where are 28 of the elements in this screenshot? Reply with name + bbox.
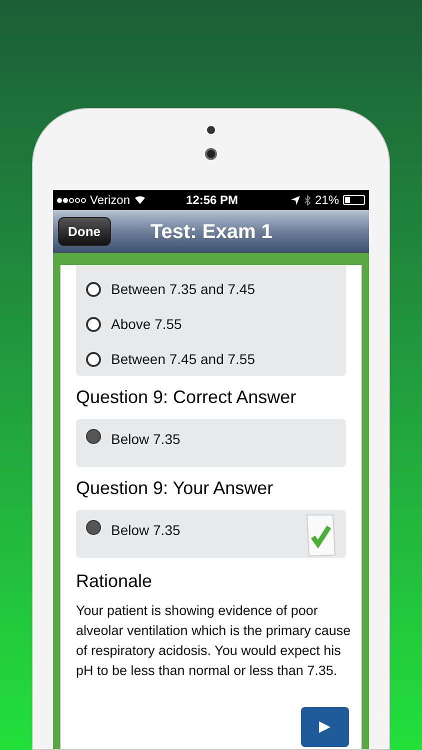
option-text: Above 7.55 — [111, 315, 182, 334]
rationale-text: Your patient is showing evidence of poor alveolar ventilation which is the primary cause of respiratory acidosis. You would expect his pH to be less than normal or less than 7.35. — [76, 602, 352, 680]
answer-text: Below 7.35 — [111, 430, 180, 449]
check-note-icon — [304, 513, 336, 557]
battery-icon — [343, 195, 365, 205]
section-heading: Question 9: Correct Answer — [76, 386, 298, 409]
radio-button[interactable] — [86, 352, 101, 367]
signal-icon — [57, 198, 86, 202]
wifi-icon — [134, 195, 146, 205]
next-button[interactable]: ▶ — [301, 707, 349, 747]
bluetooth-icon — [304, 194, 311, 206]
done-button[interactable]: Done — [58, 217, 110, 246]
radio-button[interactable] — [86, 520, 101, 535]
camera-icon — [205, 148, 217, 160]
rationale-heading: Rationale — [76, 570, 154, 593]
screen-title: Test: Exam 1 — [150, 220, 272, 244]
speaker-icon — [207, 126, 215, 134]
radio-button[interactable] — [86, 317, 101, 332]
location-icon — [290, 196, 300, 204]
time-text: 12:56 PM — [186, 192, 238, 209]
option-text: Between 7.45 and 7.55 — [111, 350, 256, 369]
radio-button[interactable] — [86, 429, 101, 444]
battery-text: 21% — [314, 192, 339, 209]
option-text: Between 7.35 and 7.45 — [111, 280, 256, 299]
answer-text: Below 7.35 — [111, 521, 180, 540]
radio-button[interactable] — [86, 282, 101, 297]
carrier-text: Verizon — [90, 192, 130, 209]
section-heading: Question 9: Your Answer — [76, 477, 274, 500]
